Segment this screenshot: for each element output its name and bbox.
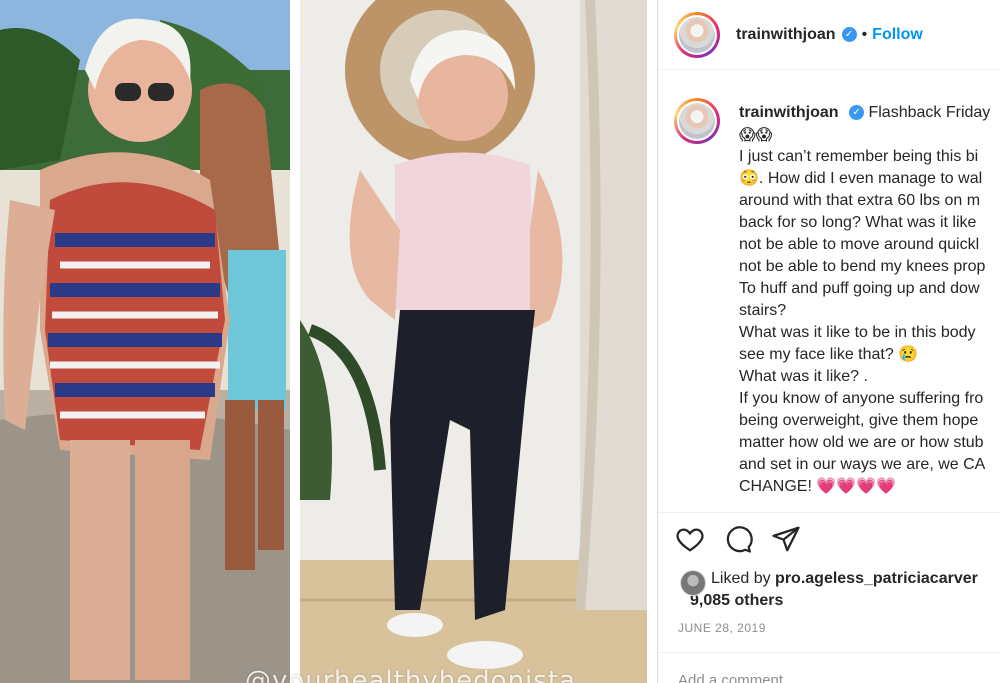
author-avatar[interactable]	[674, 11, 720, 58]
author-username[interactable]: trainwithjoan	[736, 26, 836, 44]
caption-line: not be able to bend my knees prop	[739, 258, 986, 275]
others-count[interactable]: 9,085 others	[680, 590, 978, 612]
caption-line: stairs?	[739, 302, 787, 319]
caption-line: around with that extra 60 lbs on m	[739, 192, 981, 209]
caption-line: CHANGE! 💗💗💗💗	[739, 478, 897, 495]
add-comment-input[interactable]: Add a comment…	[678, 672, 798, 683]
caption-line: matter how old we are or how stub	[739, 434, 984, 451]
add-comment-divider	[658, 652, 1000, 653]
liked-by-prefix: Liked by	[711, 570, 771, 587]
separator-dot: •	[861, 25, 868, 43]
liked-by: Liked by pro.ageless_patriciacarver 9,08…	[680, 568, 978, 612]
share-icon[interactable]	[771, 524, 801, 554]
post-sidebar: trainwithjoan ✓ • Follow trainwithjoan ✓…	[657, 0, 1000, 683]
caption-line: What was it like? .	[739, 368, 868, 385]
caption-section: trainwithjoan ✓ Flashback Friday 😱😱 I ju…	[658, 70, 1000, 513]
caption-line: not be able to move around quickl	[739, 236, 980, 253]
caption-header: Flashback Friday	[868, 104, 991, 121]
caption-line: What was it like to be in this body	[739, 324, 976, 341]
verified-badge-icon: ✓	[841, 27, 857, 42]
caption-line: 😳. How did I even manage to wal	[739, 170, 983, 187]
heart-icon[interactable]	[675, 524, 705, 554]
after-photo	[300, 0, 647, 683]
caption-line: If you know of anyone suffering fro	[739, 390, 984, 407]
follow-button[interactable]: Follow	[872, 26, 923, 44]
caption-line: see my face like that? 😢	[739, 346, 919, 363]
liked-by-user[interactable]: pro.ageless_patriciacarver	[775, 570, 978, 587]
caption-line: back for so long? What was it like	[739, 214, 977, 231]
photo-divider	[290, 0, 300, 683]
caption: trainwithjoan ✓ Flashback Friday 😱😱 I ju…	[739, 102, 1000, 498]
before-photo	[0, 0, 290, 683]
caption-line: and set in our ways we are, we CA	[739, 456, 986, 473]
action-bar	[675, 524, 801, 554]
caption-author-avatar[interactable]	[674, 98, 720, 144]
post-date[interactable]: JUNE 28, 2019	[678, 621, 766, 635]
liker-avatar[interactable]	[680, 570, 706, 596]
caption-emoji-line: 😱😱	[739, 125, 773, 144]
post-image[interactable]: @yourhealthyhedonista	[0, 0, 657, 683]
caption-verified-badge-icon: ✓	[849, 105, 865, 121]
comment-icon[interactable]	[723, 524, 753, 554]
post-header: trainwithjoan ✓ • Follow	[658, 0, 1000, 70]
caption-author[interactable]: trainwithjoan	[739, 104, 839, 121]
image-watermark: @yourhealthyhedonista	[245, 666, 576, 683]
caption-line: I just can’t remember being this bi	[739, 148, 979, 165]
caption-line: To huff and puff going up and dow	[739, 280, 980, 297]
caption-line: being overweight, give them hope	[739, 412, 979, 429]
